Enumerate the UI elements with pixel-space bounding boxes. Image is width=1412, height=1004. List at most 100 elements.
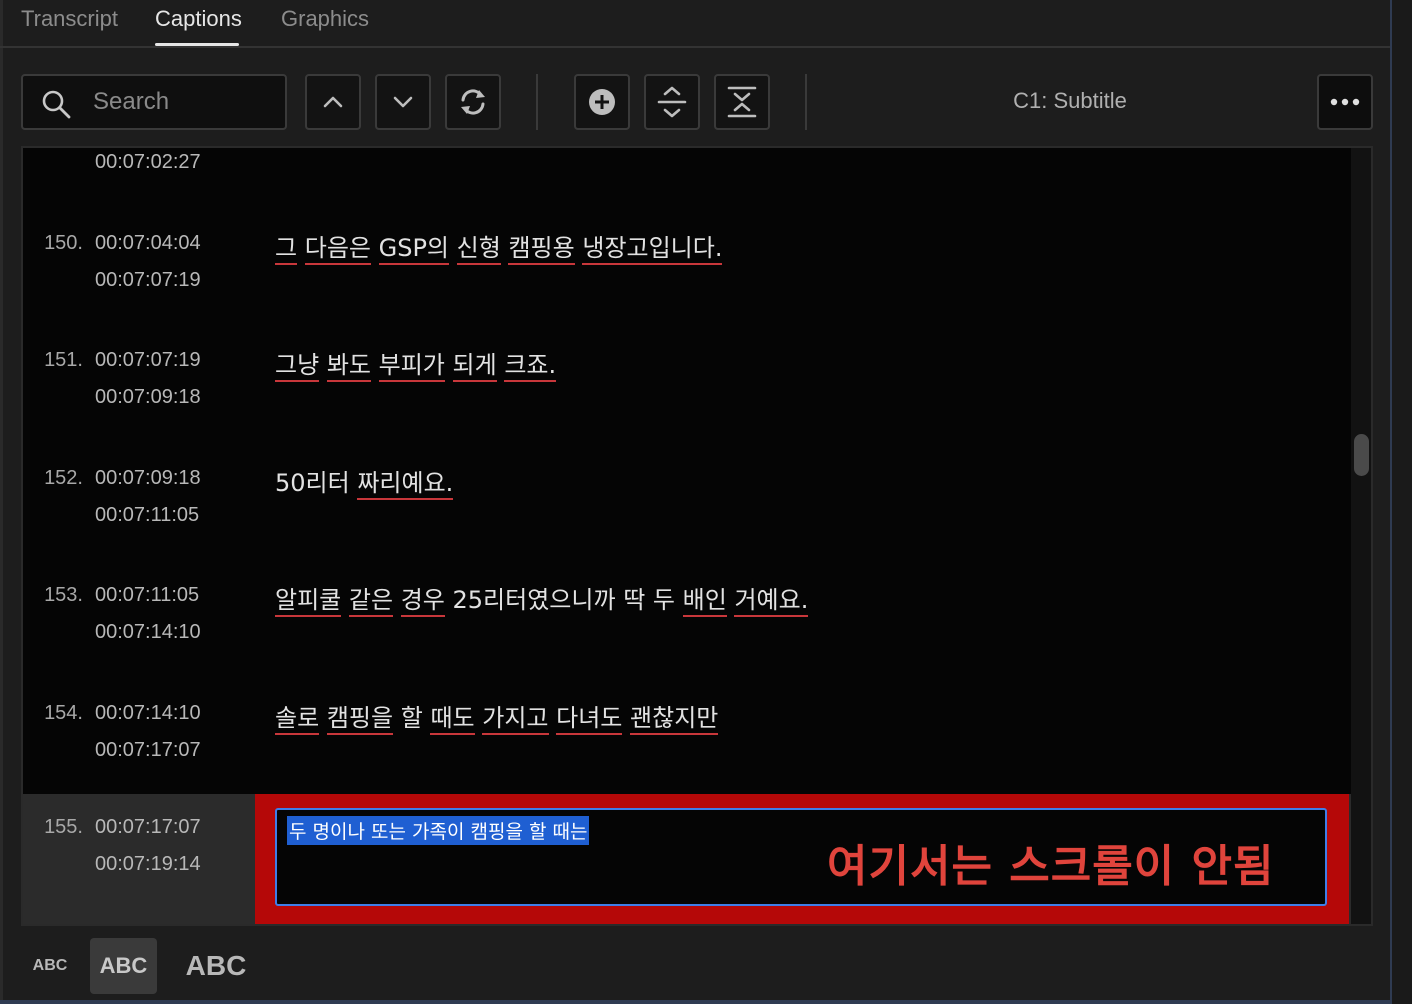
caption-word (645, 586, 653, 614)
vertical-scrollbar[interactable] (1351, 148, 1371, 924)
caption-word: 딱 (623, 586, 646, 614)
caption-time-out[interactable]: 00:07:02:27 (95, 151, 201, 174)
previous-caption-button[interactable] (305, 74, 361, 130)
spellcheck-word: GSP의 (378, 234, 450, 265)
split-caption-button[interactable] (644, 74, 700, 130)
spellcheck-word: 캠핑용 (508, 234, 575, 265)
caption-word (445, 586, 453, 614)
caption-track-label[interactable]: C1: Subtitle (980, 88, 1160, 114)
caption-time-in[interactable]: 00:07:07:19 (95, 349, 201, 372)
spellcheck-word: 다음은 (304, 234, 371, 265)
toolbar-separator (536, 74, 538, 130)
search-input[interactable] (93, 86, 273, 118)
scrollbar-thumb[interactable] (1354, 434, 1369, 476)
caption-number: 152. (44, 467, 83, 489)
caption-time-out[interactable]: 00:07:09:18 (95, 386, 201, 409)
chevron-up-icon (323, 96, 343, 108)
caption-text[interactable]: 그 다음은 GSP의 신형 캠핑용 냉장고입니다. (275, 228, 723, 265)
caption-number: 154. (44, 702, 83, 724)
caption-word (393, 586, 401, 614)
add-caption-button[interactable] (574, 74, 630, 130)
spellcheck-word: 되게 (452, 351, 497, 382)
caption-word (319, 351, 327, 379)
caption-row[interactable]: 150. 00:07:04:04 00:07:07:19 그 다음은 GSP의 신형 … (23, 218, 1353, 328)
selected-caption-text[interactable]: 두 명이나 또는 가족이 캠핑을 할 때는 (287, 816, 590, 845)
more-options-button[interactable] (1317, 74, 1373, 130)
caption-word: 25리터였으니까 (452, 586, 616, 614)
spellcheck-word: 배인 (682, 586, 727, 617)
toolbar-separator (805, 74, 807, 130)
spellcheck-word: 봐도 (326, 351, 371, 382)
next-caption-button[interactable] (375, 74, 431, 130)
spellcheck-word: 신형 (456, 234, 501, 265)
caption-word (449, 234, 457, 262)
plus-circle-icon (589, 89, 615, 115)
tab-graphics[interactable]: Graphics (281, 6, 369, 32)
merge-captions-button[interactable] (714, 74, 770, 130)
caption-number: 150. (44, 232, 83, 254)
search-box[interactable] (21, 74, 287, 130)
caption-row[interactable]: 154. 00:07:14:10 00:07:17:07 솔로 캠핑을 할 때도 가지… (23, 688, 1353, 798)
refresh-icon (461, 89, 485, 115)
caption-row-selected[interactable]: 155. 00:07:17:07 00:07:19:14 두 명이나 또는 가족… (23, 794, 1353, 924)
panel-right-border (1390, 0, 1412, 1004)
caption-number: 151. (44, 349, 83, 371)
caption-word (297, 234, 305, 262)
caption-row[interactable]: 153. 00:07:11:05 00:07:14:10 알피쿨 같은 경우 25리터… (23, 570, 1353, 680)
caption-word (319, 704, 327, 732)
split-icon (657, 86, 687, 118)
spellcheck-word: 냉장고입니다. (582, 234, 723, 265)
caption-time-out[interactable]: 00:07:07:19 (95, 269, 201, 292)
caption-word (393, 704, 401, 732)
caption-time-out[interactable]: 00:07:11:05 (95, 504, 199, 527)
tab-captions[interactable]: Captions (155, 6, 242, 32)
text-size-medium-button[interactable]: ABC (90, 938, 157, 994)
caption-time-in[interactable]: 00:07:09:18 (95, 467, 201, 490)
spellcheck-word: 같은 (348, 586, 394, 617)
caption-word (675, 586, 683, 614)
spellcheck-word: 괜찮지만 (630, 704, 719, 735)
caption-word: 할 (400, 704, 423, 732)
spellcheck-word: 캠핑을 (326, 704, 394, 735)
caption-word (549, 704, 557, 732)
search-icon (42, 90, 71, 119)
caption-time-in[interactable]: 00:07:14:10 (95, 702, 201, 725)
caption-time-in[interactable]: 00:07:17:07 (95, 816, 201, 839)
spellcheck-word: 부피가 (378, 351, 445, 382)
spellcheck-word: 솔로 (275, 704, 320, 735)
caption-time-out[interactable]: 00:07:17:07 (95, 739, 201, 762)
caption-word (622, 704, 630, 732)
caption-time-out[interactable]: 00:07:14:10 (95, 621, 201, 644)
captions-panel: Transcript Captions Graphics Search C1: … (0, 0, 1412, 1004)
spellcheck-word: 때도 (430, 704, 475, 735)
caption-number: 155. (44, 816, 83, 838)
caption-text[interactable]: 알피쿨 같은 경우 25리터였으니까 딱 두 배인 거예요. (275, 580, 809, 617)
caption-word (371, 234, 379, 262)
spellcheck-word: 그냥 (275, 351, 320, 382)
panel-bottom-border (0, 1000, 1392, 1004)
caption-word: 두 (652, 586, 676, 614)
chevron-down-icon (393, 96, 413, 108)
caption-list[interactable]: 00:07:02:27 150. 00:07:04:04 00:07:07:19 그 다… (21, 146, 1373, 926)
caption-row[interactable]: 00:07:02:27 (23, 148, 1353, 210)
spellcheck-word: 그 (275, 234, 298, 265)
spellcheck-word: 가지고 (482, 704, 549, 735)
caption-word (341, 586, 349, 614)
caption-time-in[interactable]: 00:07:11:05 (95, 584, 199, 607)
tab-transcript[interactable]: Transcript (21, 6, 118, 32)
caption-word: 50리터 (275, 469, 350, 497)
spellcheck-word: 짜리예요. (357, 469, 454, 500)
text-size-large-button[interactable]: ABC (176, 938, 256, 994)
caption-row[interactable]: 152. 00:07:09:18 00:07:11:05 50리터 짜리예요. (23, 453, 1353, 563)
caption-text[interactable]: 그냥 봐도 부피가 되게 크죠. (275, 345, 557, 382)
caption-time-out[interactable]: 00:07:19:14 (95, 853, 201, 876)
caption-row[interactable]: 151. 00:07:07:19 00:07:09:18 그냥 봐도 부피가 되게 크… (23, 335, 1353, 445)
caption-time-in[interactable]: 00:07:04:04 (95, 232, 201, 255)
caption-edit-field[interactable]: 두 명이나 또는 가족이 캠핑을 할 때는 여기서는 스크롤이 안됨 (275, 808, 1327, 906)
caption-text[interactable]: 솔로 캠핑을 할 때도 가지고 다녀도 괜찮지만 (275, 698, 719, 735)
caption-word (445, 351, 453, 379)
replace-button[interactable] (445, 74, 501, 130)
text-size-small-button[interactable]: ABC (22, 938, 78, 994)
caption-text[interactable]: 50리터 짜리예요. (275, 463, 454, 500)
active-tab-indicator (155, 43, 239, 46)
